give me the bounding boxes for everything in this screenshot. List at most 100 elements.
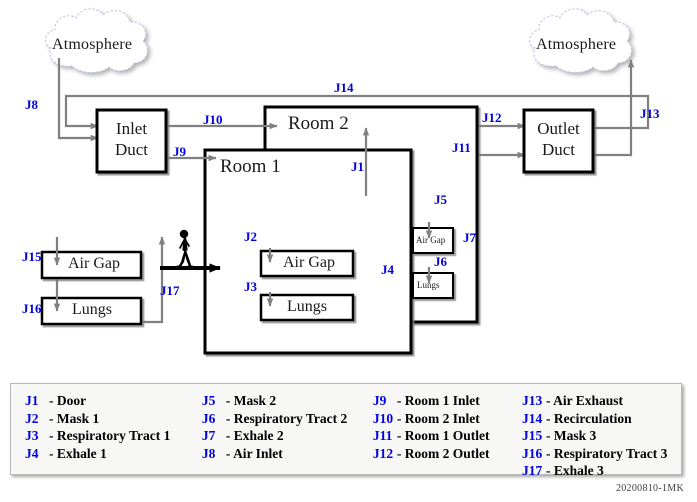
room1-label: Room 1 (220, 156, 281, 177)
junction-label-j14: J14 (334, 80, 354, 95)
junction-label-j10: J10 (203, 112, 223, 127)
legend-item-id: J13 (521, 393, 543, 408)
legend-item-id: J9 (372, 393, 387, 408)
legend-item-id: J16 (521, 445, 543, 461)
legend-item-dash: - (396, 428, 402, 443)
legend-item-name: Exhale 2 (233, 428, 284, 443)
legend-item-name: Room 1 Outlet (404, 428, 490, 443)
legend-columns: J1- Door J2- Mask 1 J3- Respiratory Trac… (11, 384, 681, 480)
room2-air-gap-label: Air Gap (416, 235, 446, 245)
junction-label-j15: J15 (22, 249, 42, 264)
legend-item-name: Mask 2 (233, 393, 277, 408)
legend-item-id: J11 (372, 428, 393, 443)
legend-item-id: J1 (25, 393, 39, 408)
junction-label-j11: J11 (452, 140, 471, 155)
legend-item: J8- Air Inlet (202, 445, 373, 463)
junction-label-j8: J8 (25, 97, 38, 112)
junction-label-j1: J1 (351, 159, 364, 174)
legend-item-name: Exhale 1 (56, 445, 107, 461)
legend-item-name: Door (56, 393, 87, 408)
atmosphere-right-label: Atmosphere (536, 36, 617, 53)
legend-item: J16- Respiratory Tract 3 (522, 445, 681, 463)
legend-item: J10- Room 2 Inlet (373, 410, 522, 428)
diagram-canvas: Atmosphere Atmosphere Inlet Duct Outlet … (0, 0, 697, 502)
legend-item-dash: - (396, 410, 402, 426)
legend-item-name: Room 2 Inlet (404, 410, 480, 426)
legend-item-id: J4 (25, 445, 39, 461)
junction-label-j3: J3 (244, 279, 257, 294)
legend-item-dash: - (545, 428, 551, 443)
junction-label-j2: J2 (244, 229, 257, 244)
outlet-duct-label-line2: Duct (541, 140, 576, 159)
legend-item-id: J6 (201, 410, 216, 426)
legend-item-id: J14 (521, 410, 543, 426)
legend-item: J9- Room 1 Inlet (373, 392, 522, 410)
atmosphere-left-label: Atmosphere (52, 36, 133, 53)
legend-item: J6- Respiratory Tract 2 (202, 410, 373, 428)
legend-item-dash: - (49, 445, 54, 461)
junction-label-j6: J6 (434, 254, 447, 269)
junction-label-j12: J12 (482, 110, 502, 125)
legend-item-dash: - (49, 393, 54, 408)
legend-item-dash: - (545, 393, 551, 408)
legend-item: J11- Room 1 Outlet (373, 427, 522, 445)
junction-label-j4: J4 (381, 262, 394, 277)
outside-air-gap-label: Air Gap (68, 255, 120, 272)
junction-label-j17: J17 (160, 283, 180, 298)
legend-column-3: J9- Room 1 Inlet J10- Room 2 Inlet J11- … (373, 392, 522, 480)
legend-item-dash: - (545, 463, 551, 478)
legend-item-id: J3 (25, 428, 39, 443)
legend-column-1: J1- Door J2- Mask 1 J3- Respiratory Trac… (25, 392, 202, 480)
legend-item-dash: - (225, 428, 231, 443)
legend-item: J13- Air Exhaust (522, 392, 681, 410)
inlet-duct-label-line2: Duct (114, 140, 149, 159)
junction-label-j7: J7 (463, 230, 476, 245)
legend-item: J1- Door (25, 392, 202, 410)
legend-item-dash: - (225, 393, 231, 408)
legend-item-id: J2 (25, 410, 39, 426)
legend-item-name: Air Exhaust (553, 393, 624, 408)
walking-person-icon (176, 229, 193, 268)
inlet-duct-label-line1: Inlet (115, 119, 148, 138)
legend-column-4: J13- Air Exhaust J14- Recirculation J15-… (522, 392, 681, 480)
legend-item-dash: - (225, 445, 231, 461)
legend-item-name: Mask 3 (553, 428, 597, 443)
legend-item-id: J12 (372, 445, 394, 461)
room2-label: Room 2 (288, 113, 349, 134)
legend-item-id: J17 (521, 463, 543, 478)
legend-item: J2- Mask 1 (25, 410, 202, 428)
junction-label-j13: J13 (640, 106, 660, 121)
legend-item: J15- Mask 3 (522, 427, 681, 445)
room2-lungs-label: Lungs (417, 280, 440, 290)
legend-item-dash: - (545, 410, 551, 426)
legend-item: J17- Exhale 3 (522, 462, 681, 480)
legend-item: J3- Respiratory Tract 1 (25, 427, 202, 445)
legend-item-dash: - (225, 410, 231, 426)
legend-item-name: Mask 1 (56, 410, 100, 426)
flow-j17-exhale3 (139, 236, 166, 324)
legend-item-dash: - (49, 410, 54, 426)
legend-item: J4- Exhale 1 (25, 445, 202, 463)
legend-item-id: J5 (201, 393, 216, 408)
legend-item-id: J8 (201, 445, 216, 461)
junction-label-j9: J9 (173, 144, 186, 159)
legend-item-id: J10 (372, 410, 394, 426)
legend-item-dash: - (396, 445, 402, 461)
junction-label-j5: J5 (434, 192, 447, 207)
drawing-revision-code: 20200810-1MK (615, 483, 684, 494)
legend-item: J7- Exhale 2 (202, 427, 373, 445)
legend-item-name: Room 1 Inlet (404, 393, 480, 408)
legend-item-dash: - (545, 445, 551, 461)
legend-item-id: J15 (521, 428, 543, 443)
legend-item-name: Air Inlet (233, 445, 283, 461)
legend-item-id: J7 (201, 428, 216, 443)
outlet-duct-label-line1: Outlet (537, 119, 580, 138)
legend-item-name: Respiratory Tract 1 (56, 428, 171, 443)
room1-air-gap-label: Air Gap (283, 254, 335, 271)
room1-lungs-label: Lungs (287, 298, 327, 315)
legend-item-dash: - (49, 428, 54, 443)
legend-item-name: Respiratory Tract 3 (553, 445, 668, 461)
junction-label-j16: J16 (22, 301, 42, 316)
legend-item-dash: - (396, 393, 402, 408)
outside-lungs-label: Lungs (72, 301, 112, 318)
